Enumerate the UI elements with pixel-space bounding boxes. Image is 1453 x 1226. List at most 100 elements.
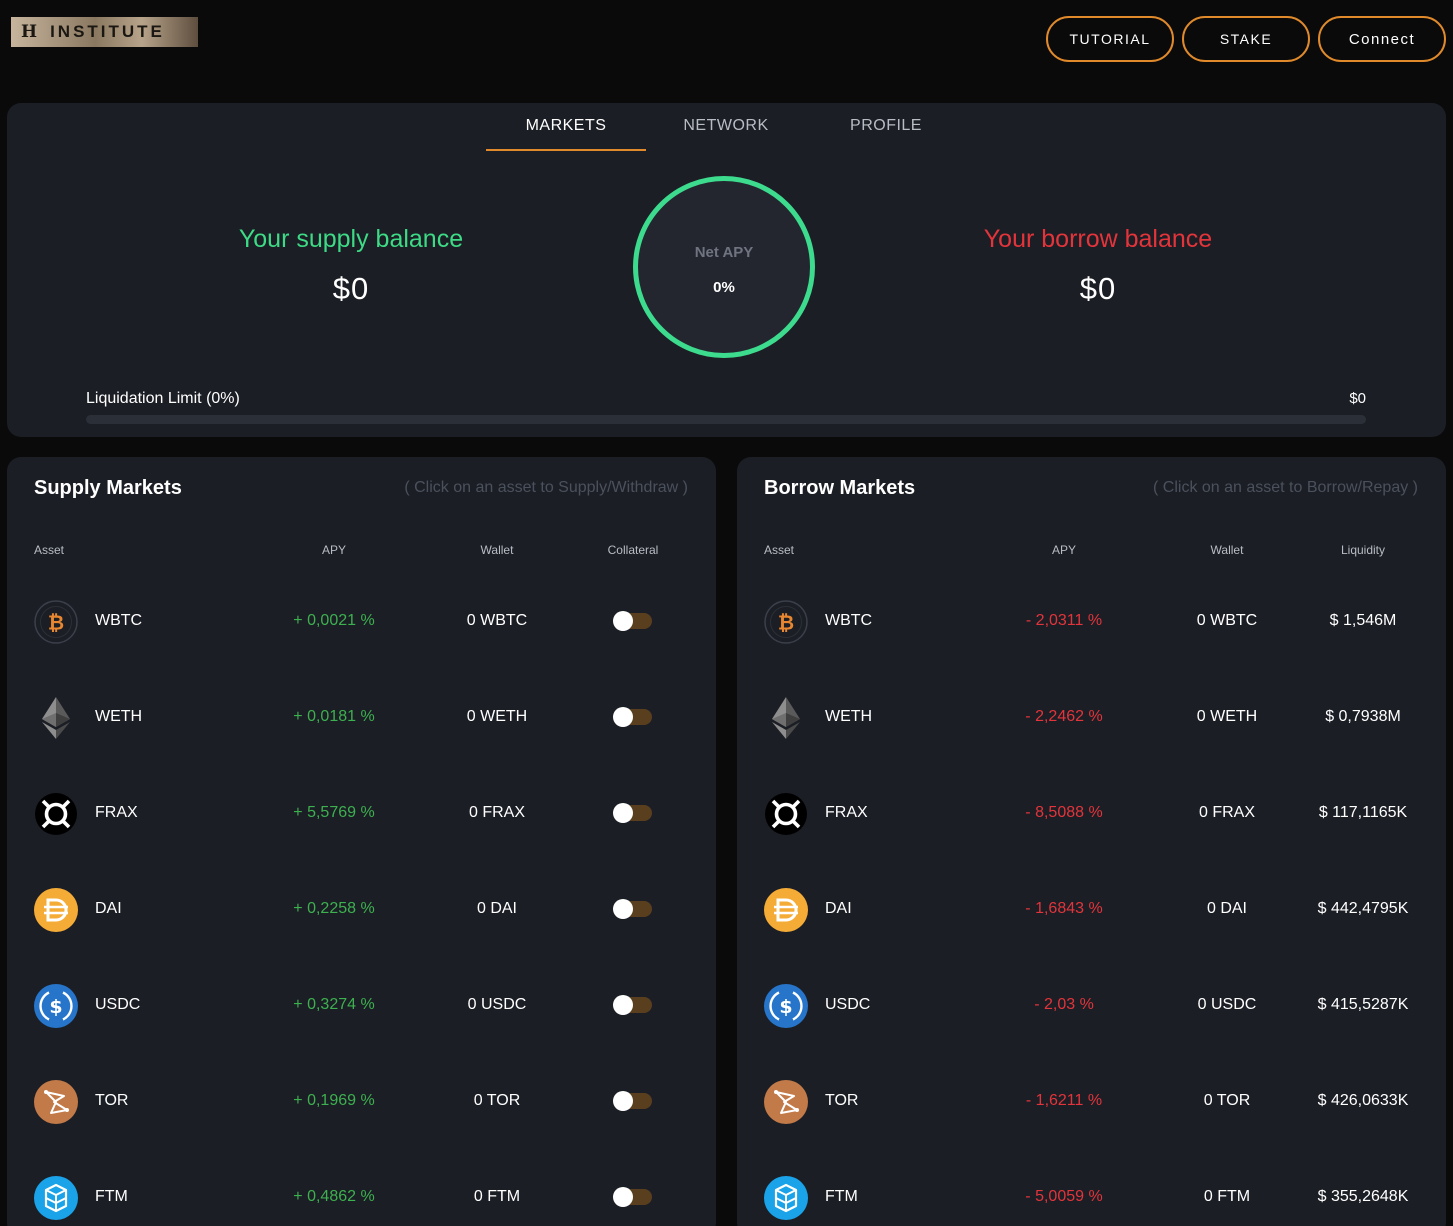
institute-logo[interactable]: H INSTITUTE <box>11 17 198 47</box>
table-row[interactable]: WETH + 0,0181 % 0 WETH <box>7 670 716 766</box>
table-row[interactable]: TOR - 1,6211 % 0 TOR $ 426,0633K <box>737 1054 1446 1150</box>
asset-liquidity: $ 1,546M <box>1329 612 1397 629</box>
tab-profile[interactable]: PROFILE <box>806 103 966 151</box>
toggle-knob <box>613 995 633 1015</box>
asset-liquidity: $ 426,0633K <box>1317 1092 1409 1109</box>
asset-name: WBTC <box>825 612 873 629</box>
supply-markets-title: Supply Markets <box>34 477 182 499</box>
tor-icon <box>764 1080 808 1124</box>
table-row[interactable]: TOR + 0,1969 % 0 TOR <box>7 1054 716 1150</box>
collateral-toggle[interactable] <box>613 611 652 631</box>
asset-wallet: 0 USDC <box>1197 996 1257 1013</box>
ftm-icon <box>34 1176 78 1220</box>
stake-button[interactable]: STAKE <box>1182 16 1310 62</box>
logo-text: INSTITUTE <box>50 22 165 41</box>
asset-apy: - 2,03 % <box>1034 996 1094 1013</box>
supply-col-asset: Asset <box>34 543 65 557</box>
connect-button[interactable]: Connect <box>1318 16 1446 62</box>
borrow-markets-title: Borrow Markets <box>764 477 916 499</box>
supply-col-collateral: Collateral <box>607 543 659 557</box>
asset-apy: - 1,6211 % <box>1025 1092 1103 1109</box>
weth-icon <box>34 696 78 740</box>
asset-liquidity: $ 0,7938M <box>1325 708 1401 725</box>
asset-wallet: 0 DAI <box>476 900 517 917</box>
usdc-icon: $ <box>34 984 78 1028</box>
asset-wallet: 0 FTM <box>1203 1188 1251 1205</box>
borrow-balance-value: $0 <box>1079 271 1117 306</box>
borrow-col-apy: APY <box>1051 543 1076 557</box>
tab-network[interactable]: NETWORK <box>646 103 806 151</box>
table-row[interactable]: DAI - 1,6843 % 0 DAI $ 442,4795K <box>737 862 1446 958</box>
top-bar: H INSTITUTE TUTORIAL STAKE Connect <box>0 0 1453 90</box>
frax-icon <box>34 792 78 836</box>
asset-name: USDC <box>825 996 871 1013</box>
borrow-col-asset: Asset <box>764 543 795 557</box>
asset-wallet: 0 WETH <box>1196 708 1258 725</box>
logo-mark-icon: H <box>21 22 37 42</box>
table-row[interactable]: FRAX + 5,5769 % 0 FRAX <box>7 766 716 862</box>
tutorial-button[interactable]: TUTORIAL <box>1046 16 1174 62</box>
asset-liquidity: $ 117,1165K <box>1318 804 1408 821</box>
svg-text:$: $ <box>779 996 792 1018</box>
borrow-balance-title: Your borrow balance <box>983 225 1213 253</box>
table-row[interactable]: WETH - 2,2462 % 0 WETH $ 0,7938M <box>737 670 1446 766</box>
overview-panel: MARKETS NETWORK PROFILE Your supply bala… <box>7 103 1446 437</box>
table-row[interactable]: FTM + 0,4862 % 0 FTM <box>7 1150 716 1226</box>
borrow-col-liquidity: Liquidity <box>1340 543 1386 557</box>
frax-icon <box>764 792 808 836</box>
asset-wallet: 0 FRAX <box>468 804 525 821</box>
table-row[interactable]: DAI + 0,2258 % 0 DAI <box>7 862 716 958</box>
svg-text:$: $ <box>49 996 62 1018</box>
asset-apy: + 0,4862 % <box>293 1188 375 1205</box>
supply-balance-title: Your supply balance <box>238 225 464 253</box>
table-row[interactable]: $ USDC + 0,3274 % 0 USDC <box>7 958 716 1054</box>
table-row[interactable]: ₿ WBTC + 0,0021 % 0 WBTC <box>7 574 716 670</box>
asset-name: TOR <box>825 1092 859 1109</box>
table-row[interactable]: FRAX - 8,5088 % 0 FRAX $ 117,1165K <box>737 766 1446 862</box>
table-row[interactable]: FTM - 5,0059 % 0 FTM $ 355,2648K <box>737 1150 1446 1226</box>
asset-name: DAI <box>825 900 852 917</box>
asset-wallet: 0 WBTC <box>466 612 528 629</box>
ftm-icon <box>764 1176 808 1220</box>
toggle-knob <box>613 803 633 823</box>
supply-markets-hint: ( Click on an asset to Supply/Withdraw ) <box>404 479 688 496</box>
asset-name: WETH <box>825 708 873 725</box>
asset-wallet: 0 USDC <box>467 996 527 1013</box>
wbtc-icon: ₿ <box>764 600 808 644</box>
supply-col-wallet: Wallet <box>480 543 514 557</box>
net-apy-ring: Net APY 0% <box>633 176 815 358</box>
dai-icon <box>764 888 808 932</box>
asset-apy: + 0,0021 % <box>293 612 375 629</box>
toggle-knob <box>613 707 633 727</box>
supply-col-apy: APY <box>321 543 346 557</box>
asset-apy: - 1,6843 % <box>1025 900 1103 917</box>
borrow-markets-hint: ( Click on an asset to Borrow/Repay ) <box>1153 479 1418 496</box>
collateral-toggle[interactable] <box>613 707 652 727</box>
asset-name: TOR <box>95 1092 129 1109</box>
asset-name: FTM <box>825 1188 858 1205</box>
toggle-knob <box>613 611 633 631</box>
asset-name: DAI <box>95 900 122 917</box>
asset-name: WETH <box>95 708 143 725</box>
table-row[interactable]: ₿ WBTC - 2,0311 % 0 WBTC $ 1,546M <box>737 574 1446 670</box>
asset-wallet: 0 DAI <box>1206 900 1247 917</box>
table-row[interactable]: $ USDC - 2,03 % 0 USDC $ 415,5287K <box>737 958 1446 1054</box>
asset-apy: + 0,0181 % <box>293 708 375 725</box>
asset-wallet: 0 WBTC <box>1196 612 1258 629</box>
supply-markets-panel: Supply Markets ( Click on an asset to Su… <box>7 457 716 1226</box>
asset-apy: + 0,2258 % <box>293 900 375 917</box>
collateral-toggle[interactable] <box>613 899 652 919</box>
asset-name: FRAX <box>825 804 868 821</box>
asset-apy: - 5,0059 % <box>1025 1188 1103 1205</box>
asset-apy: + 5,5769 % <box>293 804 375 821</box>
tab-markets[interactable]: MARKETS <box>486 103 646 151</box>
asset-apy: - 2,0311 % <box>1025 612 1103 629</box>
asset-apy: - 2,2462 % <box>1025 708 1103 725</box>
svg-text:₿: ₿ <box>48 611 64 635</box>
asset-liquidity: $ 415,5287K <box>1317 996 1409 1013</box>
collateral-toggle[interactable] <box>613 803 652 823</box>
collateral-toggle[interactable] <box>613 1091 652 1111</box>
collateral-toggle[interactable] <box>613 995 652 1015</box>
collateral-toggle[interactable] <box>613 1187 652 1207</box>
liquidation-limit-label: Liquidation Limit (0%) <box>86 390 240 407</box>
